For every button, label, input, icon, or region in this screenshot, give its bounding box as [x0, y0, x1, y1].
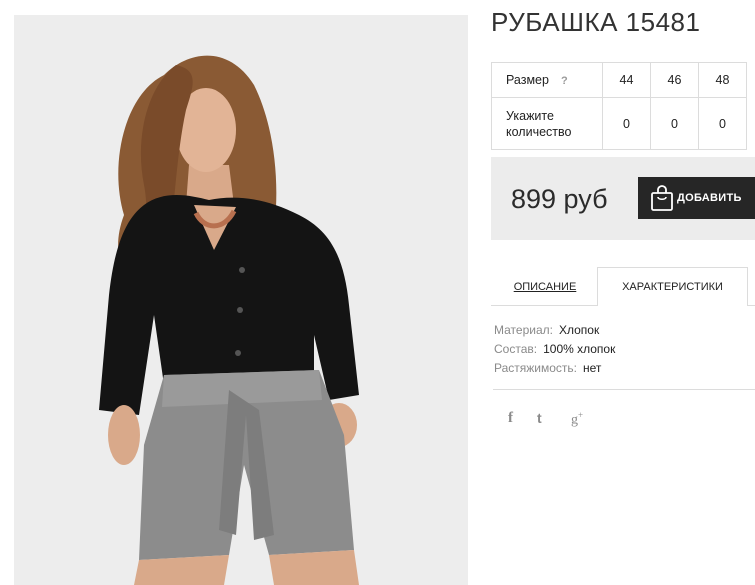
shopping-bag-icon — [651, 185, 673, 211]
model-illustration — [14, 15, 468, 585]
add-to-cart-label: ДОБАВИТЬ — [677, 192, 742, 204]
spec-value: Хлопок — [558, 323, 600, 337]
specs-list: Материал: Хлопок Состав: 100% хлопок Растя… — [494, 321, 615, 378]
spec-key: Материал: — [494, 323, 553, 337]
spec-key: Растяжимость: — [494, 361, 578, 375]
size-option-48[interactable]: 48 — [698, 62, 747, 98]
question-icon[interactable]: ? — [561, 75, 568, 87]
product-title: РУБАШКА 15481 — [491, 7, 701, 37]
spec-material: Материал: Хлопок — [494, 321, 615, 340]
quantity-input-48[interactable]: 0 — [698, 97, 747, 150]
google-plus-sup: + — [578, 410, 584, 420]
google-plus-letter: g — [571, 412, 578, 428]
size-label-cell: Размер? — [491, 62, 603, 98]
quantity-input-46[interactable]: 0 — [650, 97, 699, 150]
add-to-cart-button[interactable]: ДОБАВИТЬ — [638, 177, 755, 219]
twitter-icon[interactable]: t — [537, 410, 542, 426]
size-table: Размер? 44 46 48 Укажите количество 0 0 … — [491, 62, 747, 150]
size-option-46[interactable]: 46 — [650, 62, 699, 98]
size-label: Размер — [506, 72, 549, 87]
tab-description[interactable]: ОПИСАНИЕ — [493, 268, 597, 305]
spec-value: 100% хлопок — [543, 342, 616, 356]
product-photo[interactable] — [14, 15, 468, 585]
spec-key: Состав: — [494, 342, 538, 356]
spec-value: нет — [583, 361, 602, 375]
spec-stretch: Растяжимость: нет — [494, 359, 615, 378]
tab-characteristics[interactable]: ХАРАКТЕРИСТИКИ — [597, 267, 748, 306]
spec-composition: Состав: 100% хлопок — [494, 340, 615, 359]
size-row: Размер? 44 46 48 — [491, 62, 747, 98]
size-option-44[interactable]: 44 — [602, 62, 651, 98]
google-plus-icon[interactable]: g+ — [571, 410, 583, 429]
quantity-input-44[interactable]: 0 — [602, 97, 651, 150]
quantity-label: Укажите количество — [491, 97, 603, 150]
facebook-icon[interactable]: f — [508, 410, 513, 427]
section-divider — [493, 389, 755, 390]
price-box: 899 руб ДОБАВИТЬ — [491, 157, 755, 240]
product-price: 899 руб — [511, 184, 608, 214]
quantity-row: Укажите количество 0 0 0 — [491, 97, 747, 150]
